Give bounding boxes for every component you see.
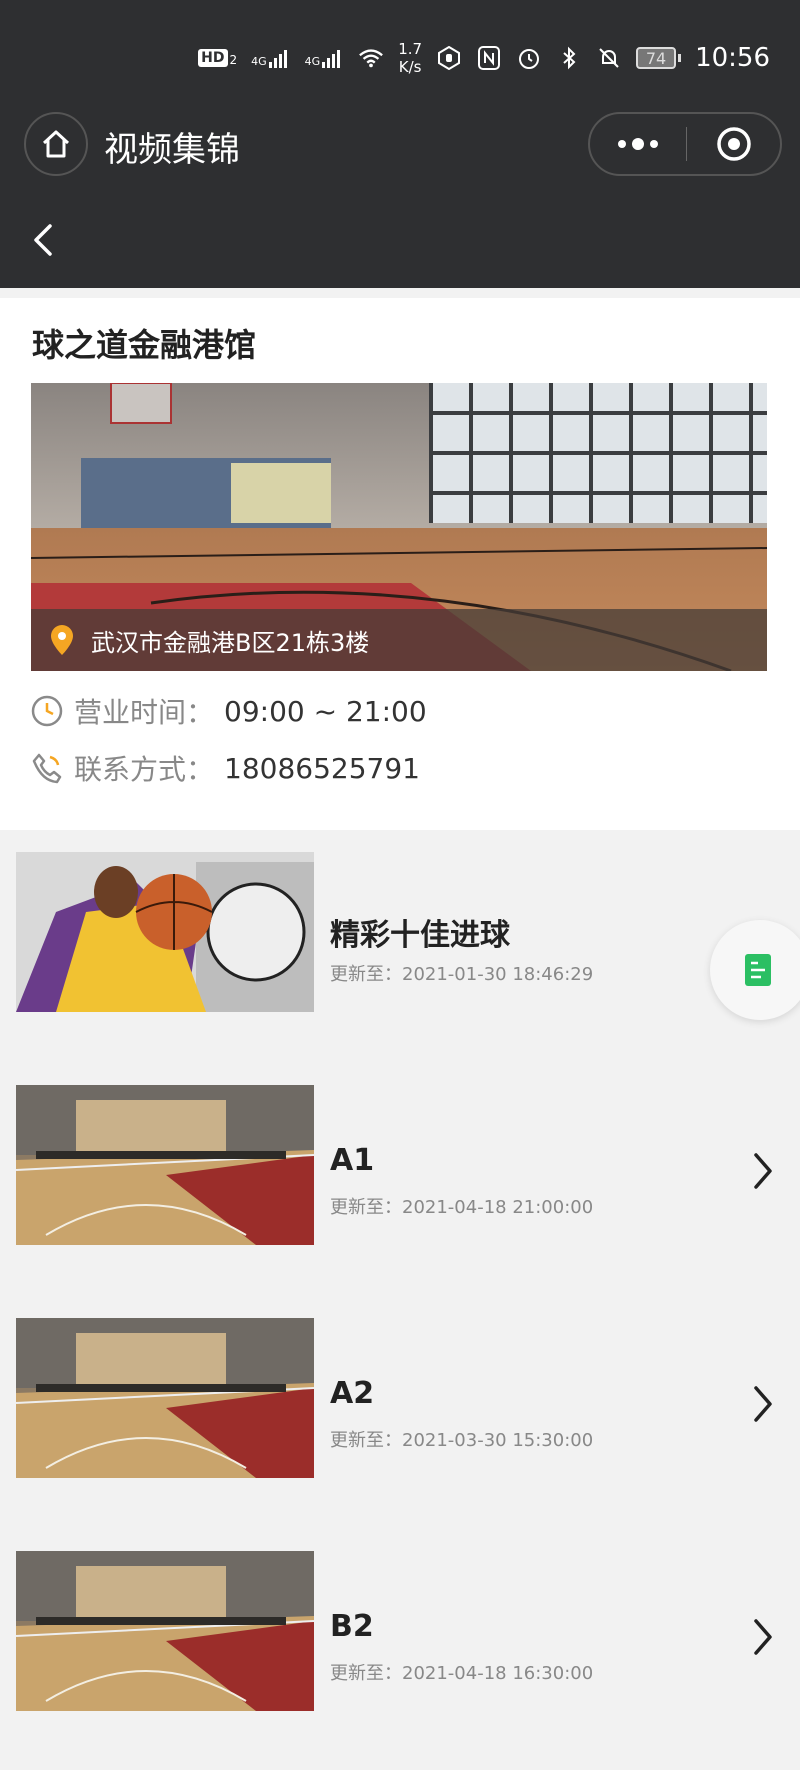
contact-info[interactable]: 联系方式： 18086525791 (30, 748, 420, 788)
hand-icon (436, 45, 462, 71)
video-updated: 更新至：2021-01-30 18:46:29 (330, 964, 594, 985)
nfc-icon (476, 45, 502, 71)
contact-label: 联系方式： (74, 753, 215, 786)
signal-icon: 4G (251, 48, 291, 68)
hd-label: HD (198, 49, 228, 67)
more-button[interactable] (590, 114, 686, 174)
address-bar[interactable]: 武汉市金融港B区21栋3楼 (31, 609, 767, 671)
back-chevron-icon (34, 224, 52, 256)
location-pin-icon (51, 625, 73, 655)
venue-card: 球之道金融港馆 武汉市金融港B区21栋3楼 营业时间： 09:00 ~ 21:0… (0, 298, 800, 830)
phone-icon (32, 753, 62, 784)
video-list-item[interactable]: 精彩十佳进球 更新至：2021-01-30 18:46:29 (0, 838, 800, 1071)
video-list-item[interactable]: A2 更新至：2021-03-30 15:30:00 (0, 1304, 800, 1537)
back-button[interactable] (28, 220, 58, 260)
contact-phone[interactable]: 18086525791 (224, 752, 420, 785)
bluetooth-icon (556, 45, 582, 71)
signal-label: 4G (251, 55, 267, 68)
hours-value: 09:00 ~ 21:00 (224, 694, 427, 728)
network-speed-unit: K/s (398, 58, 422, 76)
video-list-item[interactable]: B2 更新至：2021-04-18 16:30:00 (0, 1537, 800, 1770)
video-thumbnail (16, 1085, 314, 1245)
signal-label: 4G (304, 55, 321, 68)
video-list-item[interactable]: A1 更新至：2021-04-18 21:00:00 (0, 1071, 800, 1304)
video-title: A2 (330, 1376, 375, 1411)
video-title: A1 (330, 1143, 375, 1178)
mute-bell-icon (596, 45, 622, 71)
venue-photo: 武汉市金融港B区21栋3楼 (31, 383, 767, 671)
network-speed: 1.7 K/s (398, 40, 422, 76)
target-close-icon (716, 127, 751, 161)
video-title: B2 (330, 1609, 374, 1644)
chevron-right-icon (754, 1153, 772, 1189)
hd-icon: HD 2 (198, 49, 237, 67)
battery-icon: 74 (636, 47, 682, 69)
business-hours: 营业时间： 09:00 ~ 21:00 (30, 691, 427, 731)
video-thumbnail (16, 1551, 314, 1711)
video-thumbnail (16, 852, 314, 1012)
network-speed-value: 1.7 (398, 40, 423, 58)
video-title: 精彩十佳进球 (330, 918, 510, 953)
home-button[interactable] (24, 112, 88, 176)
video-updated: 更新至：2021-04-18 21:00:00 (330, 1197, 594, 1218)
floating-document-button[interactable] (710, 920, 800, 1020)
mini-program-capsule (588, 112, 782, 176)
hours-label: 营业时间： (74, 696, 215, 729)
alarm-icon (516, 45, 542, 71)
status-time: 10:56 (695, 43, 770, 73)
status-icons: HD 2 4G 4G 1.7 K/s 74 10:56 (198, 40, 770, 76)
clock-icon (31, 695, 63, 727)
home-icon (42, 130, 70, 158)
video-updated: 更新至：2021-03-30 15:30:00 (330, 1430, 594, 1451)
chevron-right-icon (754, 1386, 772, 1422)
document-icon (745, 954, 771, 986)
battery-level: 74 (636, 47, 677, 69)
venue-address: 武汉市金融港B区21栋3楼 (91, 628, 370, 657)
wifi-icon (358, 45, 384, 71)
page-title: 视频集锦 (104, 130, 240, 170)
hd-sub: 2 (229, 53, 238, 67)
venue-name: 球之道金融港馆 (32, 326, 257, 364)
navigation-bar: 视频集锦 (0, 100, 800, 288)
close-mini-program-button[interactable] (687, 125, 780, 163)
more-icon (618, 140, 626, 148)
video-updated: 更新至：2021-04-18 16:30:00 (330, 1663, 594, 1684)
video-thumbnail (16, 1318, 314, 1478)
status-bar: HD 2 4G 4G 1.7 K/s 74 10:56 (0, 0, 800, 100)
chevron-right-icon (754, 1619, 772, 1655)
signal-icon: 4G (305, 48, 345, 68)
